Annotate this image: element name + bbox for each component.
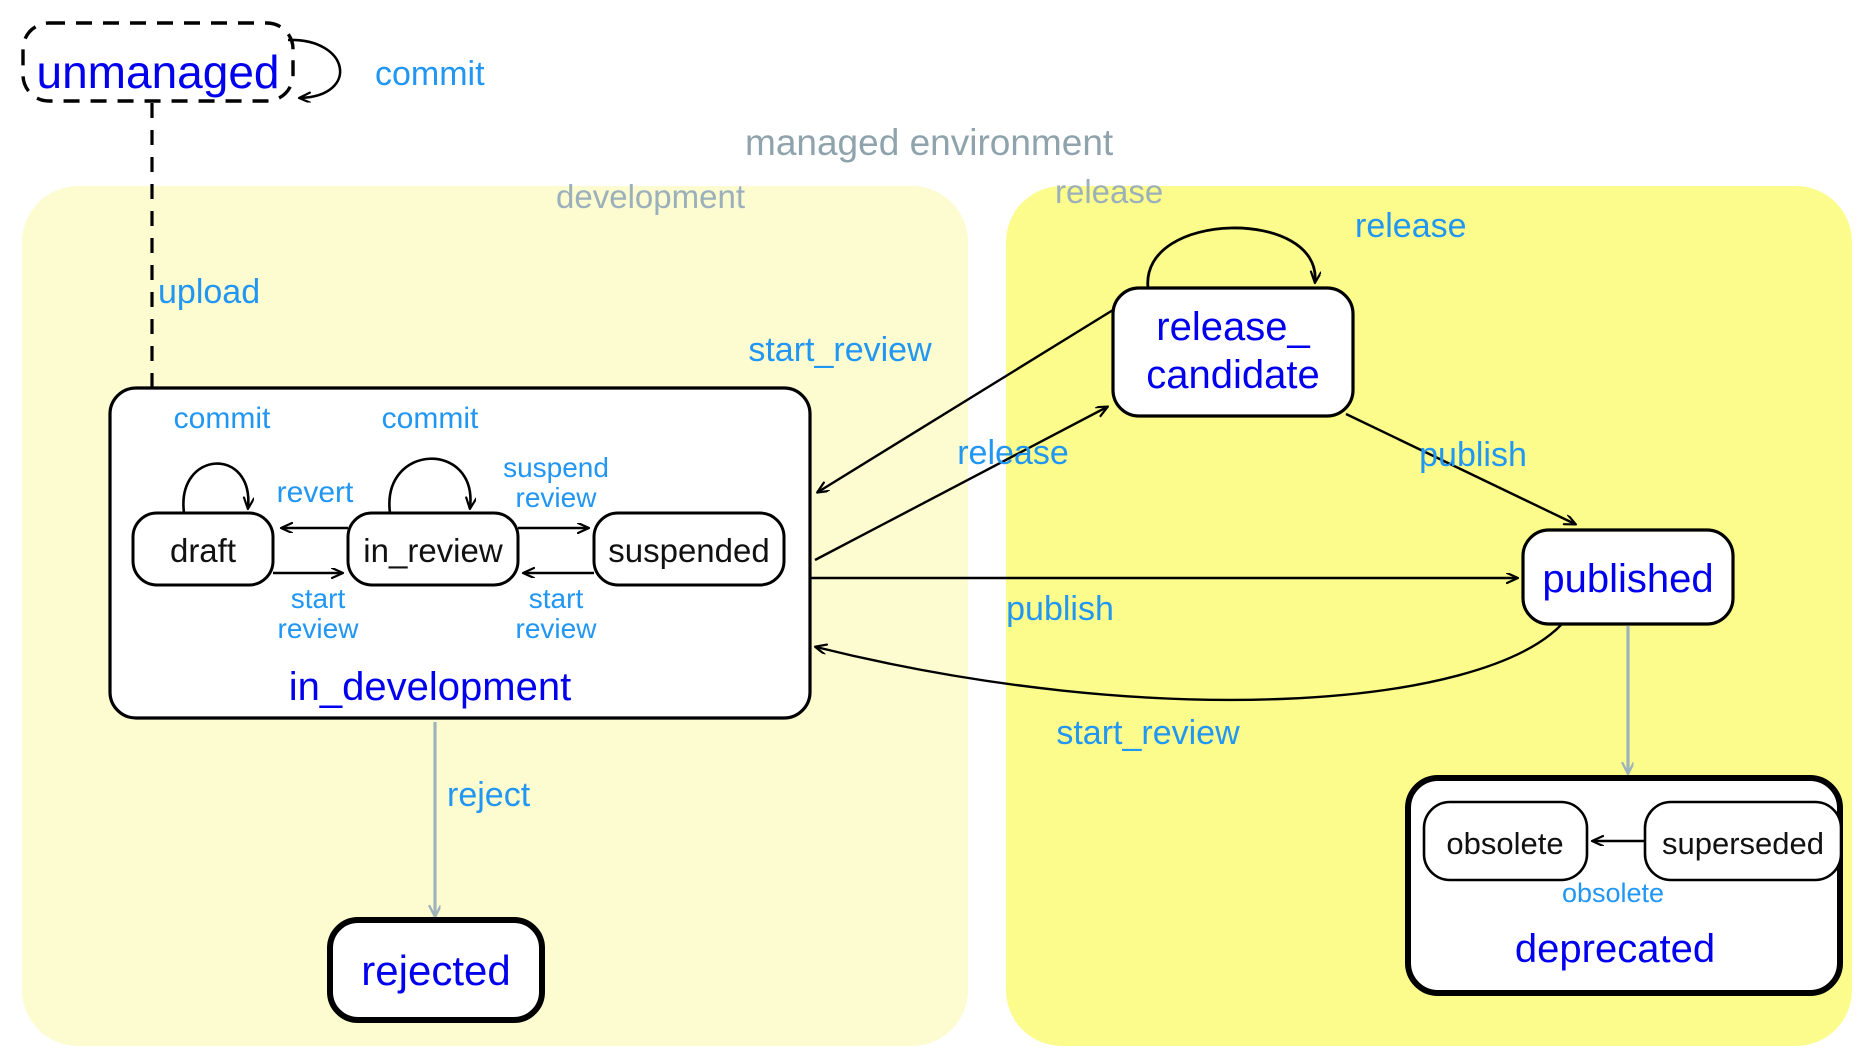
state-machine-diagram: managed environment development release … — [21, 21, 1852, 1046]
transition-label-start-review-1-line2: review — [278, 613, 360, 644]
state-suspended-label: suspended — [608, 532, 769, 569]
state-rejected-label: rejected — [361, 947, 510, 994]
transition-label-publish-dev: publish — [1006, 590, 1114, 628]
transition-label-rc-start-review: start_review — [748, 331, 932, 369]
transition-label-start-review-2-line2: review — [516, 613, 598, 644]
transition-label-commit-unmanaged: commit — [375, 55, 485, 93]
transition-label-published-start-review: start_review — [1056, 714, 1240, 752]
state-release_candidate-label-line1: release_ — [1156, 305, 1310, 349]
state-deprecated-label: deprecated — [1515, 927, 1715, 971]
transition-label-reject: reject — [447, 776, 531, 814]
state-in_review-label: in_review — [363, 532, 503, 569]
transition-label-commit-in_review: commit — [382, 402, 479, 435]
transition-label-release-self: release — [1355, 207, 1467, 245]
state-obsolete-label: obsolete — [1446, 826, 1563, 861]
transition-label-obsolete: obsolete — [1562, 878, 1664, 908]
state-draft-label: draft — [170, 532, 236, 569]
transition-label-upload: upload — [158, 273, 260, 311]
state-in_development-label: in_development — [289, 665, 571, 709]
transition-label-revert: revert — [277, 476, 354, 509]
transition-label-start-review-1-line1: start — [291, 583, 346, 614]
transition-label-publish-rc: publish — [1419, 436, 1527, 474]
state-unmanaged-label: unmanaged — [37, 46, 280, 98]
region-label-release: release — [1055, 173, 1163, 210]
transition-label-start-review-2-line1: start — [529, 583, 584, 614]
state-release_candidate-label-line2: candidate — [1146, 353, 1319, 397]
transition-label-suspend-review-line2: review — [516, 482, 598, 513]
region-label-managed: managed environment — [745, 122, 1114, 163]
transition-label-commit-draft: commit — [174, 402, 271, 435]
region-label-development: development — [556, 178, 745, 215]
state-superseded-label: superseded — [1662, 826, 1824, 861]
transition-label-suspend-review-line1: suspend — [503, 452, 609, 483]
state-diagram-canvas: managed environment development release … — [0, 0, 1869, 1060]
transition-unmanaged-commit — [287, 38, 342, 98]
state-published-label: published — [1542, 557, 1713, 601]
transition-label-release: release — [957, 434, 1069, 472]
